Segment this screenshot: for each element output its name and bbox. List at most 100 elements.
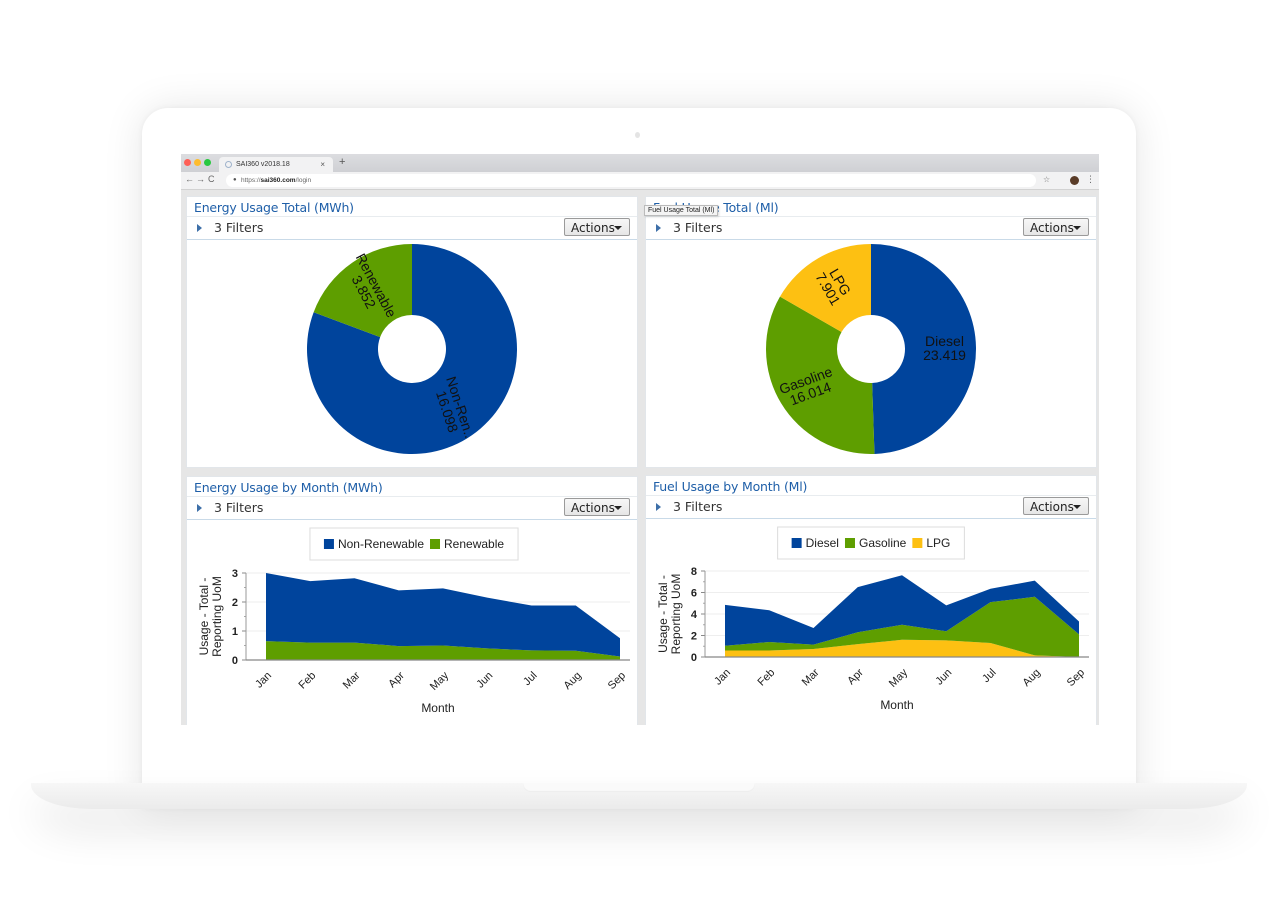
legend-swatch bbox=[323, 539, 334, 549]
favicon-icon bbox=[225, 161, 232, 168]
forward-icon[interactable]: → bbox=[196, 174, 205, 184]
tab-title: SAI360 v2018.18 bbox=[236, 161, 290, 168]
panel-title[interactable]: Energy Usage Total (MWh) bbox=[194, 200, 354, 215]
actions-button[interactable]: Actions bbox=[564, 498, 630, 516]
x-tick-label: Feb bbox=[296, 670, 318, 692]
panel-title[interactable]: Energy Usage by Month (MWh) bbox=[194, 480, 383, 495]
filters-toggle[interactable]: 3 Filters bbox=[214, 500, 263, 515]
chevron-down-icon bbox=[614, 506, 622, 510]
y-tick-label: 0 bbox=[691, 652, 697, 664]
energy-monthly-area-chart: Non-Renewable Renewable 0 1 2 3 Jan Feb Mar Apr Ma… bbox=[197, 527, 630, 715]
y-tick-label: 4 bbox=[691, 609, 698, 621]
legend-item-label[interactable]: Renewable bbox=[444, 537, 504, 551]
slice-label-group: Diesel23.419 bbox=[923, 333, 966, 363]
y-tick-label: 1 bbox=[232, 626, 238, 638]
filters-toggle[interactable]: 3 Filters bbox=[673, 499, 722, 514]
url-path: /login bbox=[295, 177, 312, 184]
url-text: https://sai360.com/login bbox=[241, 174, 311, 187]
x-tick-label: Jan bbox=[253, 670, 274, 691]
maximize-window-button[interactable] bbox=[204, 159, 211, 166]
menu-icon[interactable]: ⋮ bbox=[1086, 174, 1095, 185]
chevron-down-icon bbox=[1073, 505, 1081, 509]
browser-window: SAI360 v2018.18 × + ← → C ● https://sai3… bbox=[181, 154, 1099, 725]
actions-button[interactable]: Actions bbox=[1023, 218, 1089, 236]
filters-toggle[interactable]: 3 Filters bbox=[214, 220, 263, 235]
actions-label: Actions bbox=[1030, 221, 1074, 235]
x-tick-label: Jun bbox=[474, 670, 495, 691]
legend-swatch bbox=[430, 539, 441, 549]
back-icon[interactable]: ← bbox=[185, 174, 194, 184]
url-host: sai360.com bbox=[260, 177, 296, 184]
actions-button[interactable]: Actions bbox=[1023, 497, 1089, 515]
chevron-down-icon bbox=[614, 226, 622, 230]
expand-filters-icon[interactable] bbox=[656, 224, 661, 232]
fuel-total-donut-chart: Diesel23.419Gasoline16.014LPG7.901 bbox=[766, 244, 977, 454]
browser-toolbar: ← → C ● https://sai360.com/login ☆ ⋮ bbox=[181, 172, 1099, 190]
panel-title[interactable]: Fuel Usage by Month (Ml) bbox=[653, 479, 807, 494]
chevron-down-icon bbox=[1073, 226, 1081, 230]
actions-label: Actions bbox=[1030, 500, 1074, 514]
expand-filters-icon[interactable] bbox=[197, 224, 202, 232]
url-scheme: https:// bbox=[241, 177, 261, 184]
x-tick-label: Jul bbox=[980, 667, 998, 685]
y-axis-title: Usage - Total - Reporting UoM bbox=[197, 576, 224, 657]
x-tick-label: Feb bbox=[755, 667, 777, 689]
actions-label: Actions bbox=[571, 501, 615, 515]
x-tick-label: Aug bbox=[562, 670, 584, 692]
x-tick-label: Mar bbox=[800, 666, 822, 688]
x-tick-label: Apr bbox=[386, 669, 407, 690]
energy-total-panel: Energy Usage Total (MWh) 3 Filters Actio… bbox=[186, 196, 638, 468]
x-tick-label: May bbox=[428, 669, 452, 693]
legend-swatch bbox=[844, 538, 855, 548]
address-bar[interactable]: ● https://sai360.com/login bbox=[226, 174, 1036, 187]
fuel-monthly-panel: Fuel Usage by Month (Ml) 3 Filters Actio… bbox=[645, 475, 1097, 725]
y-tick-label: 2 bbox=[691, 631, 697, 643]
tab-close-icon[interactable]: × bbox=[320, 157, 325, 172]
x-tick-label: Jan bbox=[712, 667, 733, 688]
filter-row: 3 Filters Actions bbox=[187, 216, 637, 240]
expand-filters-icon[interactable] bbox=[656, 503, 661, 511]
y-tick-label: 6 bbox=[691, 588, 697, 600]
legend-item-label[interactable]: LPG bbox=[926, 536, 950, 550]
expand-filters-icon[interactable] bbox=[197, 504, 202, 512]
new-tab-button[interactable]: + bbox=[339, 156, 345, 168]
title-tooltip: Fuel Usage Total (Ml) bbox=[644, 205, 719, 216]
slice-value-label: 23.419 bbox=[923, 347, 966, 363]
fuel-total-panel: Fuel Usage Total (Ml) 3 Filters Actions … bbox=[645, 196, 1097, 468]
legend-item-label[interactable]: Gasoline bbox=[859, 536, 907, 550]
close-window-button[interactable] bbox=[184, 159, 191, 166]
x-axis-title: Month bbox=[421, 701, 454, 715]
y-tick-label: 8 bbox=[691, 566, 697, 578]
y-axis-title-line: Usage - Total - bbox=[197, 578, 211, 656]
x-tick-label: Sep bbox=[1065, 667, 1087, 689]
tab-bar: SAI360 v2018.18 × + bbox=[181, 154, 1099, 172]
x-tick-label: Jul bbox=[521, 670, 539, 688]
x-tick-label: May bbox=[887, 666, 911, 690]
x-tick-label: Aug bbox=[1021, 667, 1043, 689]
y-axis-title: Usage - Total - Reporting UoM bbox=[656, 574, 683, 655]
legend-swatch bbox=[791, 538, 802, 548]
actions-button[interactable]: Actions bbox=[564, 218, 630, 236]
energy-total-donut-chart: Non-Ren..16.098Renewable3.852 bbox=[307, 244, 517, 454]
reload-icon[interactable]: C bbox=[208, 174, 215, 184]
y-tick-label: 0 bbox=[232, 655, 238, 667]
filter-row: 3 Filters Actions bbox=[646, 495, 1096, 519]
x-tick-label: Sep bbox=[606, 670, 628, 692]
chart-legend: Non-Renewable Renewable bbox=[309, 527, 519, 561]
filters-toggle[interactable]: 3 Filters bbox=[673, 220, 722, 235]
legend-item-label[interactable]: Diesel bbox=[806, 536, 839, 550]
fuel-monthly-area-chart: Diesel Gasoline LPG 0 2 4 6 8 Jan Feb Mar Apr May Jun… bbox=[656, 526, 1089, 712]
x-tick-label: Mar bbox=[341, 669, 363, 691]
x-tick-label: Jun bbox=[933, 667, 954, 688]
filter-row: 3 Filters Actions bbox=[187, 496, 637, 520]
minimize-window-button[interactable] bbox=[194, 159, 201, 166]
legend-item-label[interactable]: Non-Renewable bbox=[338, 537, 424, 551]
profile-avatar[interactable] bbox=[1070, 176, 1079, 185]
bookmark-star-icon[interactable]: ☆ bbox=[1043, 175, 1050, 184]
actions-label: Actions bbox=[571, 221, 615, 235]
lock-icon: ● bbox=[233, 177, 237, 183]
browser-tab[interactable]: SAI360 v2018.18 × bbox=[219, 157, 333, 172]
webcam-dot bbox=[635, 132, 640, 138]
y-axis-title-line: Reporting UoM bbox=[669, 574, 683, 655]
legend-swatch bbox=[912, 538, 923, 548]
